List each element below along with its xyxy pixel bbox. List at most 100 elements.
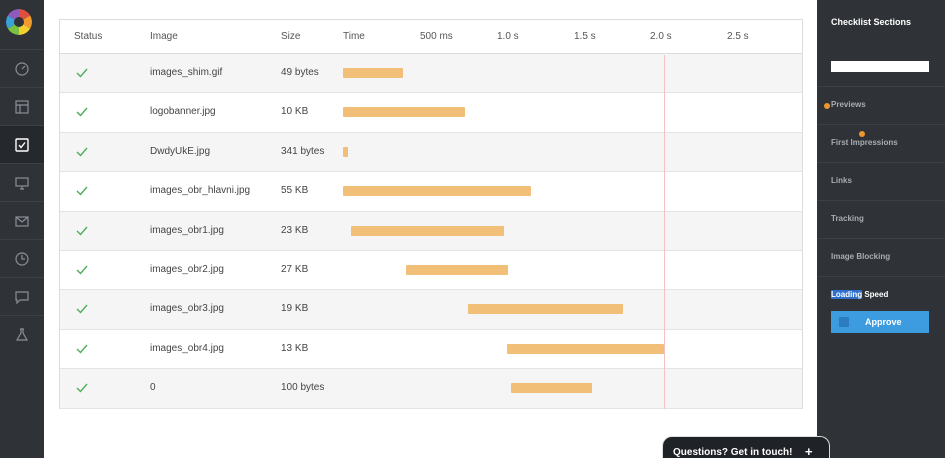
section-first-impressions[interactable]: First Impressions [817, 124, 945, 162]
section-previews[interactable]: Previews [817, 86, 945, 124]
check-icon [76, 344, 88, 354]
table-row: images_obr2.jpg 27 KB [60, 251, 802, 291]
section-label: Tracking [831, 214, 864, 223]
left-nav [0, 0, 44, 458]
image-size: 23 KB [281, 224, 309, 236]
check-icon [76, 68, 88, 78]
table-row: images_obr1.jpg 23 KB [60, 211, 802, 251]
image-size: 13 KB [281, 342, 309, 354]
image-size: 55 KB [281, 185, 309, 197]
timing-bar [350, 225, 504, 236]
status-dot [824, 103, 830, 109]
timing-bar [506, 343, 665, 354]
check-icon [76, 226, 88, 236]
check-icon [76, 383, 88, 393]
image-name: images_obr3.jpg [150, 303, 224, 315]
nav-clock[interactable] [0, 239, 44, 277]
main-content: Status Image Size Time 500 ms 1.0 s 1.5 … [44, 0, 817, 458]
tick-label: 2.0 s [650, 31, 672, 42]
check-icon [76, 147, 88, 157]
status-dot [859, 131, 865, 137]
table-row: images_obr_hlavni.jpg 55 KB [60, 172, 802, 212]
check-icon [76, 186, 88, 196]
header-image: Image [150, 31, 178, 42]
section-label: Loading Speed [831, 290, 888, 299]
image-name: DwdyUkE.jpg [150, 145, 211, 157]
nav-dashboard[interactable] [0, 49, 44, 87]
contact-widget[interactable]: Questions? Get in touch! + [662, 436, 830, 458]
timing-bar [343, 146, 348, 157]
checklist-panel: Checklist Sections Previews First Impres… [817, 0, 945, 458]
image-size: 49 bytes [281, 67, 319, 78]
image-name: logobanner.jpg [150, 106, 216, 118]
image-name: images_obr2.jpg [150, 264, 224, 275]
image-name: images_obr_hlavni.jpg [150, 185, 251, 197]
clock-icon [15, 251, 29, 266]
loading-speed-table: Status Image Size Time 500 ms 1.0 s 1.5 … [59, 19, 803, 409]
tick-label: 1.0 s [497, 31, 519, 42]
image-name: 0 [150, 382, 156, 394]
section-image-blocking[interactable]: Image Blocking [817, 238, 945, 276]
nav-mail[interactable] [0, 201, 44, 239]
monitor-icon [15, 176, 29, 190]
image-size: 10 KB [281, 106, 309, 118]
header-status: Status [74, 31, 103, 42]
timing-bar [468, 304, 623, 315]
section-links[interactable]: Links [817, 162, 945, 200]
timing-bar [511, 383, 593, 394]
timing-bar [343, 107, 466, 118]
checklist-icon [15, 137, 29, 152]
image-size: 19 KB [281, 303, 309, 315]
tick-label: 1.5 s [574, 31, 596, 42]
table-row: images_obr3.jpg 19 KB [60, 290, 802, 330]
section-tracking[interactable]: Tracking [817, 200, 945, 238]
panel-title: Checklist Sections [831, 17, 912, 27]
approve-label: Approve [865, 317, 902, 327]
table-header: Status Image Size Time 500 ms 1.0 s 1.5 … [60, 20, 802, 54]
timing-bar [343, 68, 403, 78]
table-row: DwdyUkE.jpg 341 bytes [60, 132, 802, 173]
table-row: images_shim.gif 49 bytes [60, 54, 802, 94]
nav-monitor[interactable] [0, 163, 44, 201]
image-name: images_shim.gif [150, 67, 223, 78]
nav-chat[interactable] [0, 277, 44, 315]
tick-label: 500 ms [420, 31, 453, 42]
checkbox-icon [839, 317, 849, 327]
nav-checklist[interactable] [0, 125, 44, 163]
search-input[interactable] [831, 61, 929, 72]
check-icon [76, 304, 88, 314]
nav-layout[interactable] [0, 87, 44, 125]
approve-button[interactable]: Approve [831, 311, 929, 333]
tick-label: 2.5 s [727, 31, 749, 42]
section-label-rest: Speed [862, 290, 889, 299]
image-size: 27 KB [281, 264, 309, 275]
layout-icon [15, 99, 29, 114]
header-size: Size [281, 31, 301, 42]
image-size: 100 bytes [281, 382, 325, 394]
image-name: images_obr4.jpg [150, 342, 224, 354]
timing-bar [343, 186, 532, 197]
logo-icon[interactable] [6, 9, 32, 35]
image-name: images_obr1.jpg [150, 224, 224, 236]
flask-icon [15, 327, 29, 341]
section-label: Links [831, 176, 852, 185]
chat-icon [15, 290, 29, 304]
table-row: 0 100 bytes [60, 369, 802, 409]
table-row: images_obr4.jpg 13 KB [60, 329, 802, 370]
header-time: Time [343, 31, 365, 42]
plus-icon: + [805, 444, 813, 458]
check-icon [76, 107, 88, 117]
time-marker [664, 55, 666, 409]
section-label: Previews [831, 100, 866, 109]
image-size: 341 bytes [281, 145, 325, 157]
nav-flask[interactable] [0, 315, 44, 353]
timing-bar [405, 265, 509, 275]
highlighted-text: Loading [831, 290, 863, 299]
section-label: Image Blocking [831, 252, 891, 261]
section-label: First Impressions [831, 138, 898, 147]
table-row: logobanner.jpg 10 KB [60, 93, 802, 133]
dashboard-icon [15, 61, 29, 76]
check-icon [76, 265, 88, 275]
mail-icon [15, 215, 29, 227]
contact-label: Questions? Get in touch! [673, 447, 793, 458]
